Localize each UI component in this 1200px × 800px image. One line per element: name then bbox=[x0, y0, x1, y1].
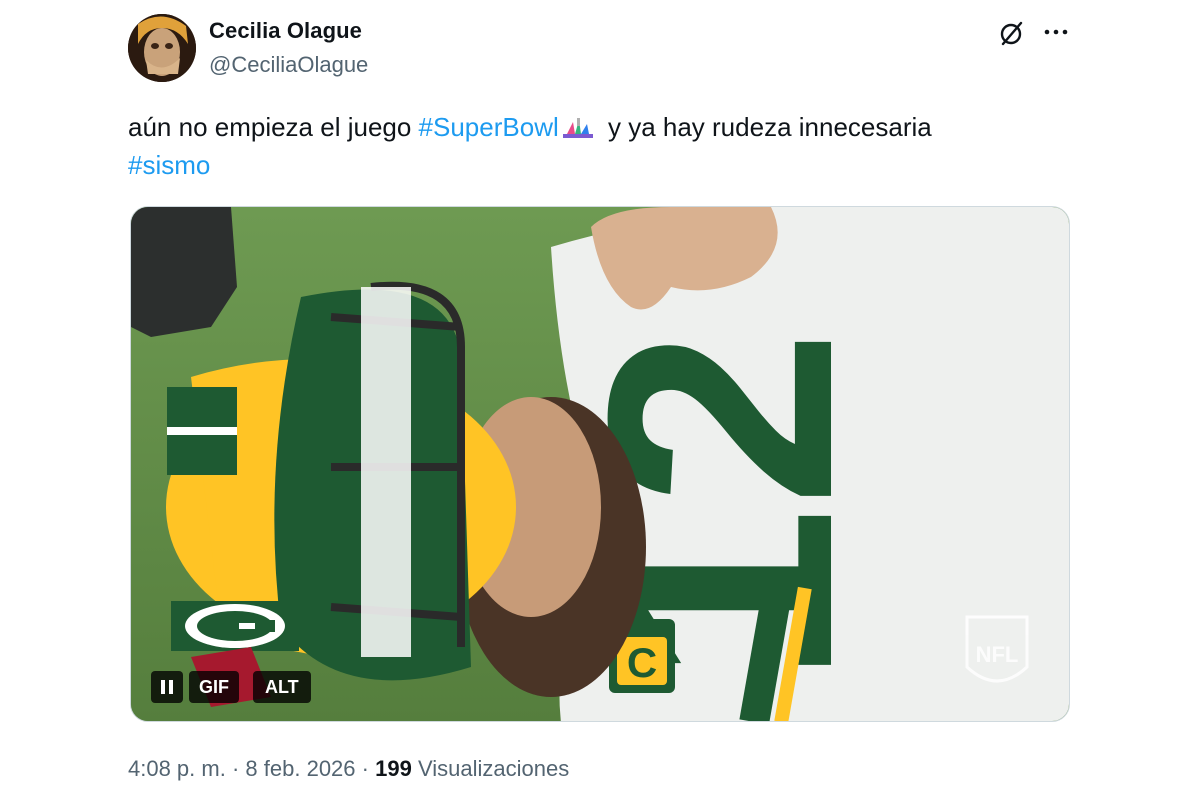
gif-media[interactable]: 12 C NFL GIF ALT bbox=[130, 206, 1070, 722]
svg-text:C: C bbox=[627, 639, 657, 686]
superbowl-emoji-icon bbox=[561, 112, 595, 138]
more-horizontal-icon[interactable] bbox=[1042, 22, 1070, 42]
views-label: Visualizaciones bbox=[417, 756, 570, 781]
tweet-text-part1: aún no empieza el juego bbox=[128, 112, 419, 142]
tweet-card: Cecilia Olague @CeciliaOlague aún no emp… bbox=[0, 0, 1200, 800]
views-count: 199 bbox=[375, 756, 412, 781]
meta-separator: · bbox=[361, 756, 369, 781]
author-handle[interactable]: @CeciliaOlague bbox=[209, 52, 368, 78]
pause-button[interactable] bbox=[151, 671, 183, 703]
avatar[interactable] bbox=[128, 14, 196, 82]
meta-separator: · bbox=[231, 756, 240, 781]
alt-text-button[interactable]: ALT bbox=[253, 671, 311, 703]
author-name[interactable]: Cecilia Olague bbox=[209, 18, 362, 44]
tweet-text-part2: y ya hay rudeza innecesaria bbox=[600, 112, 932, 142]
svg-text:NFL: NFL bbox=[976, 642, 1019, 667]
post-time[interactable]: 4:08 p. m. bbox=[128, 756, 226, 781]
pause-icon bbox=[161, 680, 173, 694]
post-date[interactable]: 8 feb. 2026 bbox=[245, 756, 355, 781]
gif-frame-image: 12 C NFL bbox=[131, 207, 1069, 721]
hashtag-sismo[interactable]: #sismo bbox=[128, 150, 210, 180]
hashtag-superbowl[interactable]: #SuperBowl bbox=[419, 112, 559, 142]
tweet-text: aún no empieza el juego #SuperBowl y ya … bbox=[128, 108, 1088, 184]
grok-icon[interactable] bbox=[996, 18, 1026, 48]
gif-badge: GIF bbox=[189, 671, 239, 703]
tweet-meta: 4:08 p. m. · 8 feb. 2026 · 199 Visualiza… bbox=[128, 756, 569, 782]
